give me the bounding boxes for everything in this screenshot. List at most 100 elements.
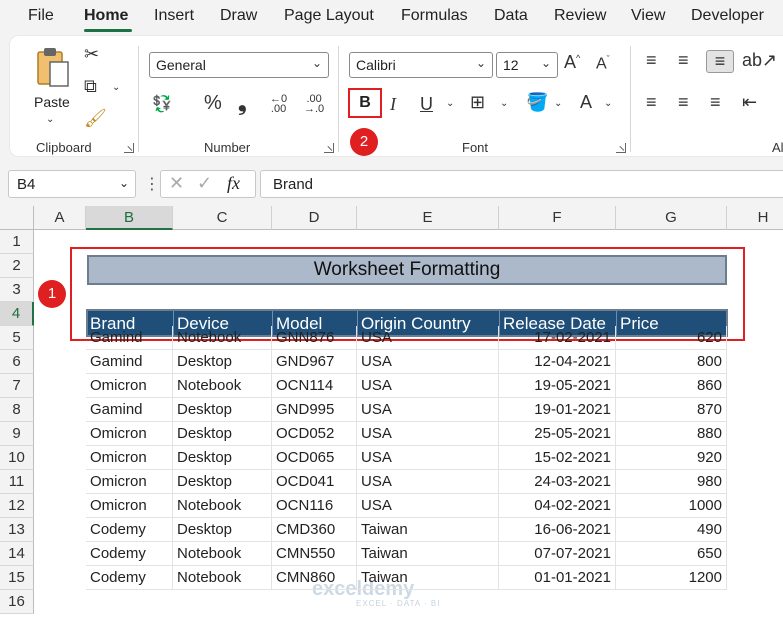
table-cell[interactable]: USA [357,326,499,350]
table-cell[interactable]: Notebook [173,374,272,398]
row-header-3[interactable]: 3 [0,278,34,302]
row-header-9[interactable]: 9 [0,422,34,446]
accounting-format-icon[interactable]: 💱 [152,94,172,114]
row-header-4[interactable]: 4 [0,302,34,326]
table-cell[interactable]: Desktop [173,350,272,374]
menu-file[interactable]: File [28,7,54,25]
table-cell[interactable]: OCN114 [272,374,357,398]
align-middle-icon[interactable]: ≡ [678,50,689,71]
align-left-icon[interactable]: ≡ [646,92,657,113]
table-cell[interactable]: 860 [616,374,727,398]
table-cell[interactable]: CMN550 [272,542,357,566]
table-cell[interactable]: Omicron [86,470,173,494]
cut-icon[interactable]: ✂ [84,44,99,65]
align-top-icon[interactable]: ≡ [646,50,657,71]
font-color-icon[interactable]: A [580,92,592,113]
table-cell[interactable]: 19-01-2021 [499,398,616,422]
percent-style-icon[interactable]: % [204,92,222,115]
table-cell[interactable]: OCD041 [272,470,357,494]
table-cell[interactable]: USA [357,422,499,446]
table-cell[interactable]: Notebook [173,326,272,350]
table-cell[interactable]: Notebook [173,542,272,566]
orientation-icon[interactable]: ab↗ [742,50,777,71]
row-header-15[interactable]: 15 [0,566,34,590]
number-format-select[interactable]: General ⌄ [149,52,329,78]
table-cell[interactable]: 07-07-2021 [499,542,616,566]
table-cell[interactable]: 01-01-2021 [499,566,616,590]
table-cell[interactable]: Desktop [173,446,272,470]
menu-review[interactable]: Review [554,7,606,25]
decrease-indent-icon[interactable]: ⇤ [742,92,757,113]
table-cell[interactable]: 19-05-2021 [499,374,616,398]
table-cell[interactable]: Desktop [173,422,272,446]
clipboard-launcher-icon[interactable] [124,143,134,153]
table-cell[interactable]: Taiwan [357,566,499,590]
table-cell[interactable]: Gamind [86,326,173,350]
menu-developer[interactable]: Developer [691,7,764,25]
menu-page-layout[interactable]: Page Layout [284,7,374,25]
table-cell[interactable]: Desktop [173,518,272,542]
table-cell[interactable]: Desktop [173,398,272,422]
table-cell[interactable]: 490 [616,518,727,542]
row-header-14[interactable]: 14 [0,542,34,566]
table-cell[interactable]: Omicron [86,494,173,518]
borders-icon[interactable]: ⊞ [470,92,485,113]
table-cell[interactable]: 650 [616,542,727,566]
table-cell[interactable]: 870 [616,398,727,422]
column-header-c[interactable]: C [173,206,272,230]
row-header-13[interactable]: 13 [0,518,34,542]
column-header-f[interactable]: F [499,206,616,230]
row-header-11[interactable]: 11 [0,470,34,494]
table-cell[interactable]: USA [357,374,499,398]
table-cell[interactable]: 25-05-2021 [499,422,616,446]
table-cell[interactable]: 620 [616,326,727,350]
increase-decimal-icon[interactable]: ←0.00 [270,94,287,115]
table-cell[interactable]: OCD052 [272,422,357,446]
comma-style-icon[interactable]: ❟ [238,90,247,116]
table-cell[interactable]: USA [357,398,499,422]
column-header-g[interactable]: G [616,206,727,230]
table-cell[interactable]: 980 [616,470,727,494]
decrease-font-size-icon[interactable]: Aˇ [596,54,610,73]
table-cell[interactable]: USA [357,446,499,470]
align-bottom-icon[interactable]: ≡ [706,50,734,73]
table-cell[interactable]: 16-06-2021 [499,518,616,542]
row-header-6[interactable]: 6 [0,350,34,374]
table-cell[interactable]: 15-02-2021 [499,446,616,470]
italic-button[interactable]: I [390,94,396,115]
table-cell[interactable]: Omicron [86,446,173,470]
menu-data[interactable]: Data [494,7,528,25]
table-cell[interactable]: GNN876 [272,326,357,350]
table-cell[interactable]: 920 [616,446,727,470]
table-cell[interactable]: Codemy [86,518,173,542]
font-launcher-icon[interactable] [616,143,626,153]
table-cell[interactable]: USA [357,494,499,518]
font-family-select[interactable]: Calibri ⌄ [349,52,493,78]
table-cell[interactable]: Notebook [173,494,272,518]
table-cell[interactable]: Gamind [86,350,173,374]
row-header-5[interactable]: 5 [0,326,34,350]
table-cell[interactable]: 880 [616,422,727,446]
table-cell[interactable]: OCN116 [272,494,357,518]
row-header-12[interactable]: 12 [0,494,34,518]
table-cell[interactable]: CMN860 [272,566,357,590]
table-cell[interactable]: CMD360 [272,518,357,542]
sheet-title-cell[interactable]: Worksheet Formatting [87,255,727,285]
select-all-corner[interactable] [0,206,34,230]
table-cell[interactable]: 24-03-2021 [499,470,616,494]
table-cell[interactable]: Omicron [86,422,173,446]
table-cell[interactable]: GND995 [272,398,357,422]
table-cell[interactable]: Codemy [86,566,173,590]
table-cell[interactable]: Taiwan [357,518,499,542]
column-header-b[interactable]: B [86,206,173,230]
menu-draw[interactable]: Draw [220,7,257,25]
table-cell[interactable]: USA [357,350,499,374]
menu-insert[interactable]: Insert [154,7,194,25]
table-cell[interactable]: GND967 [272,350,357,374]
row-header-8[interactable]: 8 [0,398,34,422]
decrease-decimal-icon[interactable]: .00 →.0 [304,94,324,115]
number-launcher-icon[interactable] [324,143,334,153]
fill-color-icon[interactable]: 🪣 [526,92,548,113]
table-cell[interactable]: 17-02-2021 [499,326,616,350]
column-header-e[interactable]: E [357,206,499,230]
